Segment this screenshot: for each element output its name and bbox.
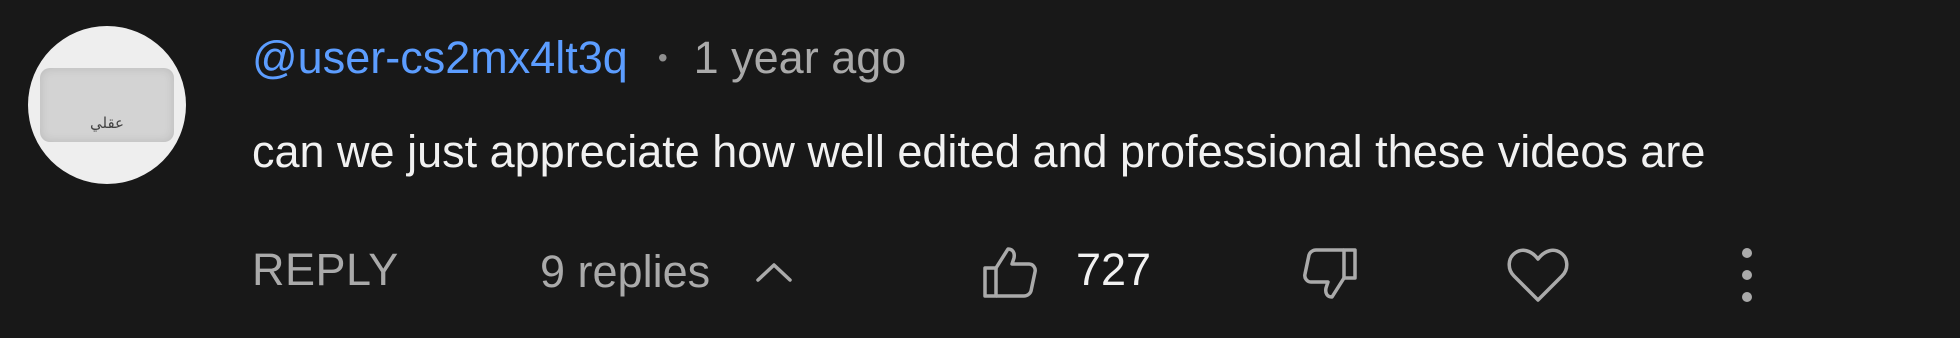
comment: عقلي @user-cs2mx4lt3q • 1 year ago can w…: [0, 0, 1960, 338]
more-vertical-icon: [1732, 244, 1762, 306]
like-count: 727: [1076, 244, 1152, 295]
comment-text: can we just appreciate how well edited a…: [252, 126, 1706, 177]
comment-header: @user-cs2mx4lt3q • 1 year ago: [252, 30, 906, 86]
reply-button[interactable]: REPLY: [252, 244, 399, 296]
thumbs-down-icon: [1302, 246, 1360, 302]
author-link[interactable]: @user-cs2mx4lt3q: [252, 32, 628, 84]
more-options-button[interactable]: [1732, 244, 1762, 306]
heart-icon: [1506, 246, 1570, 304]
avatar-image: عقلي: [40, 68, 174, 142]
replies-count-label: 9 replies: [540, 246, 711, 297]
comment-actions: REPLY 9 replies 727: [0, 240, 1960, 310]
separator-dot: •: [657, 42, 668, 73]
avatar[interactable]: عقلي: [28, 26, 186, 184]
dislike-button[interactable]: [1302, 246, 1360, 302]
like-button[interactable]: [980, 244, 1038, 300]
timestamp[interactable]: 1 year ago: [694, 32, 907, 84]
replies-toggle-button[interactable]: 9 replies: [540, 244, 794, 300]
thumbs-up-icon: [980, 244, 1038, 300]
chevron-up-icon: [754, 260, 794, 284]
avatar-text: عقلي: [89, 114, 124, 132]
heart-button[interactable]: [1506, 246, 1570, 304]
